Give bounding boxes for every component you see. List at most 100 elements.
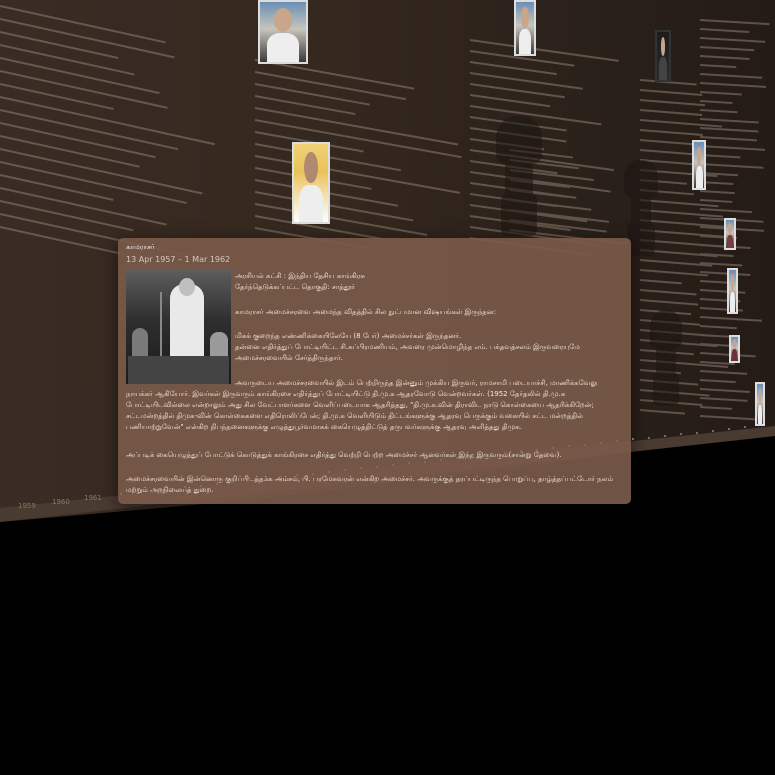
background-text-line (254, 203, 428, 236)
paragraph-line: மிகக் குறைந்த எண்ணிக்கையிலேயே (8 பேர்) அ… (235, 332, 462, 340)
timeline-tick (744, 426, 746, 429)
background-text-line (639, 289, 697, 296)
leader-portrait[interactable] (655, 30, 671, 82)
timeline-tick (200, 484, 202, 487)
timeline-tick (136, 491, 138, 494)
background-text-line (639, 89, 703, 96)
timeline-viewport[interactable]: 1959 1960 1961 காமராசர் 13 Apr 1957 – 1 … (0, 0, 775, 775)
party-line: அரசியல் கட்சி : இந்திய தேசிய காங்கிரசு (235, 272, 365, 280)
card-title: காமராசர் (126, 243, 155, 251)
timeline-tick (392, 464, 394, 467)
background-text-line (254, 191, 414, 222)
timeline-tick (552, 446, 554, 449)
timeline-tick (536, 448, 538, 451)
ministry-detail-card[interactable]: காமராசர் 13 Apr 1957 – 1 Mar 1962 அரசியல… (118, 238, 631, 504)
timeline-tick (664, 434, 666, 437)
background-text-line (0, 122, 156, 159)
background-text-line (469, 94, 551, 108)
timeline-tick (616, 440, 618, 443)
background-text-line (699, 406, 732, 410)
timeline-tick (264, 477, 266, 480)
background-text-line (699, 316, 762, 322)
year-label: 1961 (84, 494, 102, 502)
timeline-tick (632, 438, 634, 441)
timeline-tick (312, 472, 314, 475)
background-text-line (699, 37, 766, 43)
background-text-line (0, 226, 124, 256)
background-text-line (699, 145, 766, 151)
background-text-line (699, 154, 741, 159)
paragraph-line: நாயக்கர் ஆகியோர். இவர்கள் இருவரும் காங்க… (126, 390, 566, 398)
background-text-line (0, 135, 140, 168)
background-text-line (699, 136, 757, 142)
background-text-line (0, 200, 134, 232)
paragraph-line: அமைச்சரவையில் சேர்த்திருந்தார். (235, 354, 343, 362)
background-text-line (639, 409, 686, 415)
background-text-line (699, 289, 746, 294)
paragraph-line: மற்றும் அறநிலையத் துறை. (126, 486, 214, 494)
background-text-line (699, 28, 750, 33)
timeline-tick (376, 465, 378, 468)
leader-portrait[interactable] (724, 218, 736, 250)
timeline-tick (504, 452, 506, 455)
paragraph-line: தன்னை எதிர்த்துப் போட்டியிட்ட சி.சுப்பிர… (235, 343, 580, 351)
year-label: 1959 (18, 502, 36, 510)
paragraph-line: அப்படிக் கையெழுத்துப் போட்டுக் கொடுத்துக… (126, 451, 562, 459)
timeline-tick (360, 467, 362, 470)
leader-portrait[interactable] (729, 335, 740, 363)
background-text-line (699, 199, 733, 203)
state-emblem-icon (650, 310, 682, 406)
background-text-line (699, 127, 759, 133)
timeline-tick (168, 488, 170, 491)
background-text-line (699, 352, 756, 358)
leader-portrait[interactable] (258, 0, 308, 64)
timeline-tick (728, 428, 730, 431)
background-text-line (0, 174, 114, 201)
background-text-line (639, 109, 703, 116)
timeline-tick (280, 476, 282, 479)
card-dates: 13 Apr 1957 – 1 Mar 1962 (126, 255, 231, 264)
background-text-line (639, 269, 709, 277)
background-text-line (0, 96, 215, 146)
timeline-tick (520, 450, 522, 453)
timeline-tick (216, 482, 218, 485)
timeline-tick (696, 431, 698, 434)
background-text-line (699, 73, 763, 79)
background-text-line (699, 46, 755, 52)
timeline-tick (456, 457, 458, 460)
paragraph-line: பணியாற்றுவேன்" என்கிற நிபந்தனைகளுக்கு எழ… (126, 423, 522, 431)
timeline-tick (648, 436, 650, 439)
leader-portrait[interactable] (727, 268, 738, 314)
paragraph-line: சட்டமன்றத்தில் திமுக-வின் கொள்கைகளை எதிர… (126, 412, 583, 420)
background-text-line (699, 379, 736, 384)
background-text-line (699, 55, 750, 60)
leader-portrait[interactable] (292, 142, 330, 224)
timeline-tick (344, 469, 346, 472)
paragraph-line: அவருடைய அமைச்சரவையில் இடம் பெற்றிருந்த இ… (235, 379, 598, 387)
background-text-line (699, 190, 735, 195)
background-text-line (699, 19, 770, 26)
kamaraj-photo (126, 270, 231, 384)
background-text-line (639, 299, 699, 306)
background-text-line (699, 163, 764, 169)
year-label: 1960 (52, 498, 70, 506)
timeline-tick (296, 474, 298, 477)
background-text-line (639, 279, 682, 285)
background-text-line (254, 71, 406, 101)
background-text-line (0, 31, 119, 59)
timeline-tick (248, 479, 250, 482)
background-text-line (699, 415, 761, 421)
leader-portrait[interactable] (514, 0, 536, 56)
background-text-line (699, 388, 750, 393)
leader-portrait[interactable] (755, 382, 765, 426)
background-text-line (699, 325, 737, 330)
background-text-line (469, 39, 619, 62)
leader-portrait[interactable] (692, 140, 706, 190)
background-text-line (699, 370, 748, 375)
paragraph-line: போட்டியிடவில்லை என்றாலும் அது சில வேட்பா… (126, 401, 594, 409)
background-text-line (699, 82, 767, 88)
timeline-tick (472, 455, 474, 458)
background-text-line (699, 208, 753, 214)
paragraph-line: அமைச்சரவையின் இன்னொரு குறிப்பிடத்தக்க அம… (126, 475, 614, 483)
background-text-line (0, 83, 114, 110)
